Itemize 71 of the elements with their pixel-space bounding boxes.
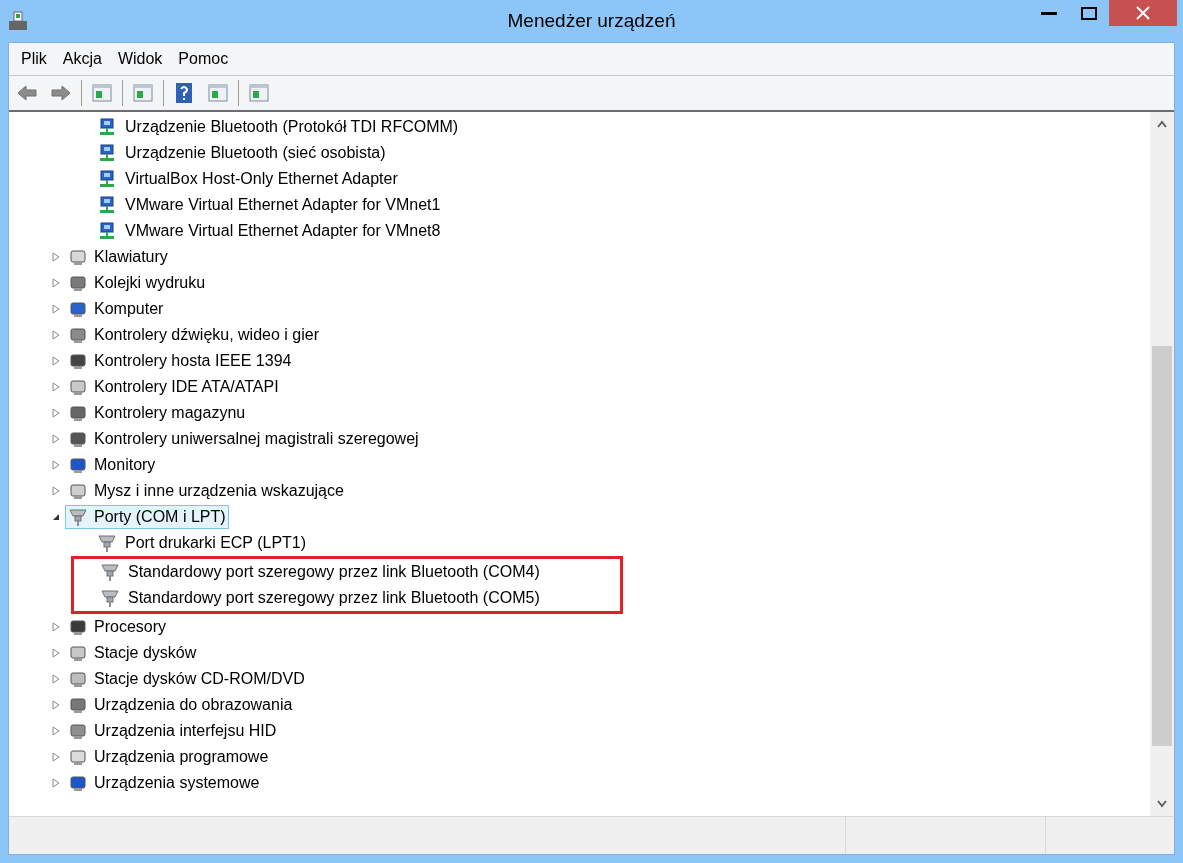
menu-item[interactable]: Pomoc [170,47,237,71]
tree-item[interactable]: Standardowy port szeregowy przez link Bluetooth (COM5) [74,585,620,611]
collapsed-arrow-icon[interactable] [51,486,61,496]
close-icon [1136,6,1150,20]
collapsed-arrow-icon[interactable] [51,778,61,788]
collapsed-arrow-icon[interactable] [51,648,61,658]
tree-item[interactable]: Monitory [65,453,159,477]
collapsed-arrow-icon[interactable] [51,356,61,366]
properties-window-icon [132,82,154,104]
port-connector-icon [68,507,88,527]
tree-item[interactable]: Urządzenia systemowe [65,771,263,795]
scrollbar[interactable] [1150,112,1174,816]
collapsed-arrow-icon[interactable] [51,622,61,632]
tree-item[interactable]: Komputer [65,297,167,321]
collapsed-arrow-icon[interactable] [51,726,61,736]
menu-item[interactable]: Plik [13,47,55,71]
network-adapter-icon [97,195,117,215]
port-connector-icon [100,562,120,582]
tree-item[interactable]: VMware Virtual Ethernet Adapter for VMnet1 [9,192,1150,218]
collapsed-arrow-icon[interactable] [51,304,61,314]
network-adapter-icon [97,143,117,163]
tree-item[interactable]: Urządzenie Bluetooth (sieć osobista) [9,140,1150,166]
tree-item[interactable]: Kontrolery IDE ATA/ATAPI [65,375,282,399]
close-button[interactable] [1109,0,1177,26]
help-icon [173,82,195,104]
network-adapter-icon [97,117,117,137]
collapsed-arrow-icon[interactable] [51,252,61,262]
collapsed-arrow-icon[interactable] [51,434,61,444]
tree-item[interactable]: Kontrolery magazynu [65,401,249,425]
computer-icon [68,299,88,319]
expanded-arrow-icon[interactable] [51,512,61,522]
collapsed-arrow-icon[interactable] [51,408,61,418]
network-adapter-icon [97,169,117,189]
tree-item[interactable]: Urządzenia do obrazowania [65,693,296,717]
collapsed-arrow-icon[interactable] [51,674,61,684]
port-connector-icon [97,533,117,553]
tree-item[interactable]: Kontrolery hosta IEEE 1394 [65,349,295,373]
tree-item[interactable]: Procesory [65,615,170,639]
collapsed-arrow-icon[interactable] [51,752,61,762]
maximize-icon [1081,6,1097,20]
tree-item[interactable]: Stacje dysków CD-ROM/DVD [65,667,308,691]
tree-item[interactable]: Port drukarki ECP (LPT1) [9,530,1150,556]
collapsed-arrow-icon[interactable] [51,460,61,470]
tree-item[interactable]: VirtualBox Host-Only Ethernet Adapter [9,166,1150,192]
tree-item[interactable]: Urządzenie Bluetooth (Protokół TDI RFCOMM) [9,114,1150,140]
tree-item[interactable]: Urządzenia programowe [65,745,272,769]
tree-item[interactable]: Urządzenia interfejsu HID [65,719,280,743]
minimize-icon [1041,11,1057,15]
tree-item[interactable]: Standardowy port szeregowy przez link Bluetooth (COM4) [74,559,620,585]
network-adapter-icon [97,221,117,241]
tree-item[interactable]: VMware Virtual Ethernet Adapter for VMnet8 [9,218,1150,244]
scroll-thumb[interactable] [1152,346,1172,746]
forward-arrow-icon [50,82,72,104]
window-title: Menedżer urządzeń [507,9,676,33]
tree-item[interactable]: Porty (COM i LPT) [65,505,229,529]
monitor-icon [68,455,88,475]
tree-item[interactable]: Kolejki wydruku [65,271,209,295]
back-arrow-icon [16,82,38,104]
tree-item[interactable]: Stacje dysków [65,641,200,665]
collapsed-arrow-icon[interactable] [51,382,61,392]
collapsed-arrow-icon[interactable] [51,330,61,340]
menu-item[interactable]: Widok [109,47,171,71]
tree-item[interactable]: Kontrolery uniwersalnej magistrali szeregowej [65,427,422,451]
tree-item[interactable]: Mysz i inne urządzenia wskazujące [65,479,347,503]
collapsed-arrow-icon[interactable] [51,700,61,710]
collapsed-arrow-icon[interactable] [51,278,61,288]
menu-item[interactable]: Akcja [54,47,110,71]
tree-item[interactable]: Kontrolery dźwięku, wideo i gier [65,323,322,347]
tree-item[interactable]: Klawiatury [65,245,171,269]
app-icon [6,9,30,33]
port-connector-icon [100,588,120,608]
